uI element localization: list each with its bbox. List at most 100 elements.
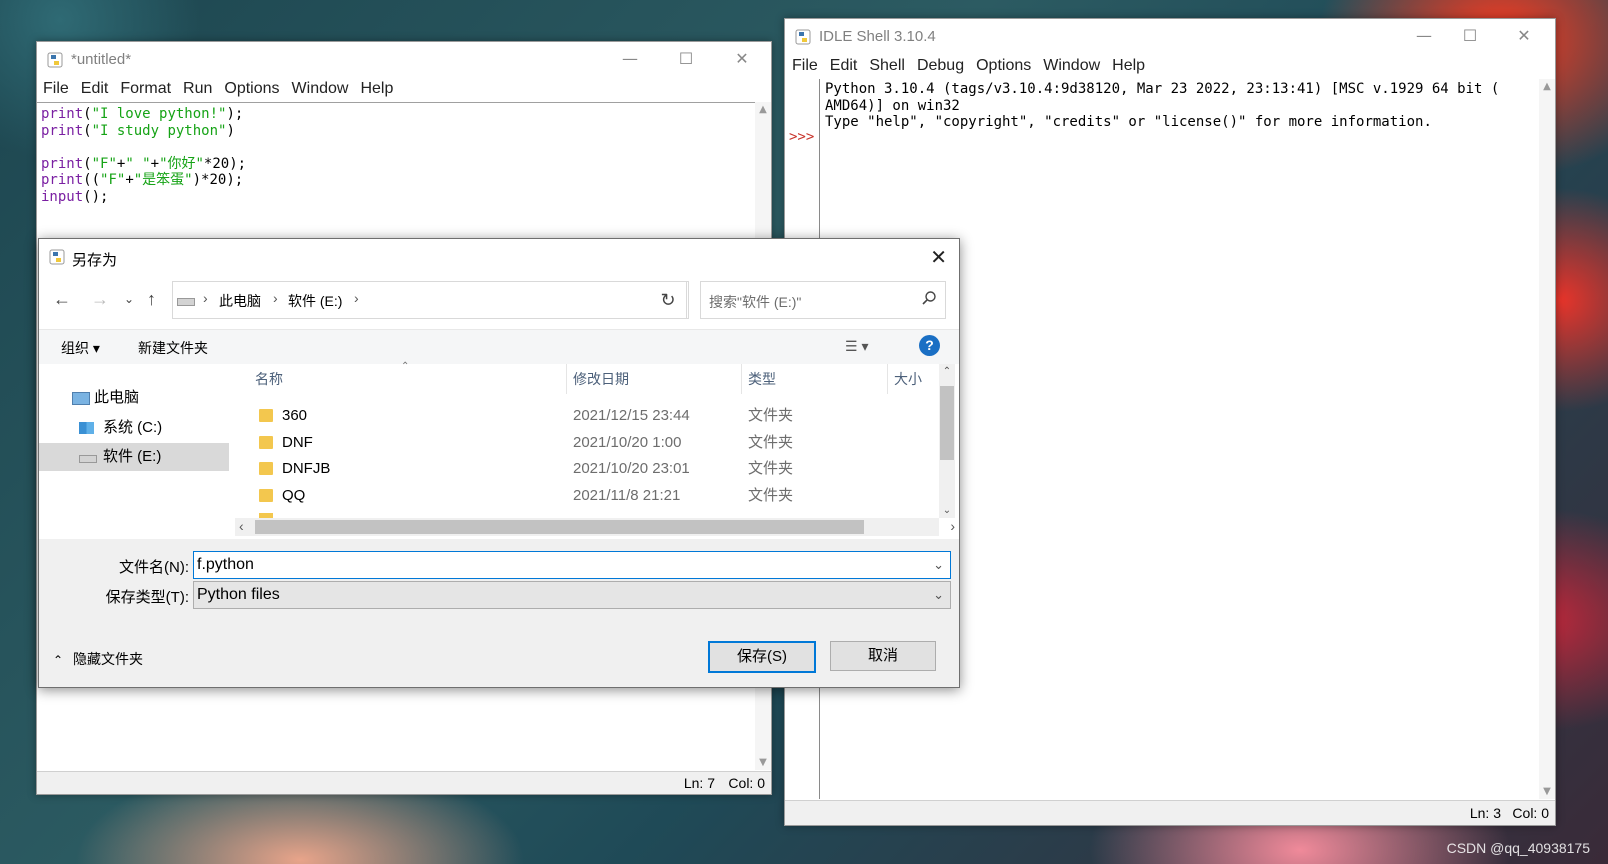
editor-code[interactable]: print("I love python!"); print("I study p… xyxy=(41,106,246,206)
column-divider xyxy=(887,364,888,394)
editor-menubar: File Edit Format Run Options Window Help xyxy=(43,80,771,102)
tree-item-drive-c[interactable]: 系统 (C:) xyxy=(39,414,229,442)
menu-debug[interactable]: Debug xyxy=(917,57,964,75)
column-type[interactable]: 类型 xyxy=(748,369,776,389)
column-date[interactable]: 修改日期 xyxy=(573,369,629,389)
python-logo-icon xyxy=(49,249,65,268)
folder-icon xyxy=(259,435,273,449)
dropdown-chevron-icon[interactable]: ⌄ xyxy=(933,582,944,608)
address-bar[interactable]: › 此电脑 › 软件 (E:) › ⌄ xyxy=(172,281,689,319)
dialog-titlebar[interactable]: 另存为 ✕ xyxy=(39,239,959,275)
menu-run[interactable]: Run xyxy=(183,80,212,98)
tree-label: 系统 (C:) xyxy=(103,419,163,436)
scroll-down-icon[interactable]: ⌄ xyxy=(939,505,955,516)
search-box[interactable]: 搜索"软件 (E:)" xyxy=(700,281,946,319)
search-icon[interactable] xyxy=(921,290,937,309)
maximize-button[interactable]: ☐ xyxy=(1447,19,1493,53)
code-token: "I study python" xyxy=(91,122,227,139)
menu-edit[interactable]: Edit xyxy=(830,57,858,75)
code-token: (); xyxy=(83,188,109,205)
code-token: print xyxy=(41,122,84,139)
filetype-label: 保存类型(T): xyxy=(105,589,189,606)
file-list-vscroll[interactable]: ⌃ ⌄ xyxy=(939,364,955,518)
refresh-button[interactable]: ↻ xyxy=(650,281,687,319)
file-date: 2021/10/20 1:00 xyxy=(573,433,682,451)
menu-options[interactable]: Options xyxy=(224,80,279,98)
view-options-icon[interactable]: ☰ ▾ xyxy=(845,338,868,355)
recent-chevron-down-icon[interactable]: ⌄ xyxy=(124,292,134,306)
menu-help[interactable]: Help xyxy=(1112,57,1145,75)
maximize-button[interactable]: ☐ xyxy=(663,42,709,76)
menu-edit[interactable]: Edit xyxy=(81,80,109,98)
chevron-right-icon[interactable]: › xyxy=(203,290,208,306)
dialog-close-button[interactable]: ✕ xyxy=(930,245,947,270)
shell-output[interactable]: Python 3.10.4 (tags/v3.10.4:9d38120, Mar… xyxy=(825,81,1525,131)
menu-format[interactable]: Format xyxy=(120,80,171,98)
scroll-down-icon[interactable]: ▼ xyxy=(1539,786,1555,797)
code-line: print("F"+" "+"你好"*20); xyxy=(41,156,246,173)
hide-folders-toggle[interactable]: ⌃ 隐藏文件夹 xyxy=(53,649,143,669)
chevron-right-icon[interactable]: › xyxy=(354,290,359,306)
save-button[interactable]: 保存(S) xyxy=(708,641,816,673)
file-row[interactable]: DNF 2021/10/20 1:00 文件夹 xyxy=(239,430,939,456)
dialog-title: 另存为 xyxy=(72,252,118,269)
column-name[interactable]: 名称 xyxy=(255,369,283,389)
drive-icon xyxy=(79,455,97,463)
code-token: ( xyxy=(83,155,92,172)
scroll-up-icon[interactable]: ▲ xyxy=(1539,81,1555,92)
forward-arrow-icon[interactable]: → xyxy=(91,289,109,310)
breadcrumb-drive-e[interactable]: 软件 (E:) xyxy=(288,291,342,311)
shell-scrollbar[interactable]: ▲ ▼ xyxy=(1539,79,1555,799)
minimize-button[interactable]: — xyxy=(607,42,653,76)
column-size[interactable]: 大小 xyxy=(894,369,922,389)
scroll-left-icon[interactable]: ‹ xyxy=(239,518,244,534)
shell-titlebar[interactable]: IDLE Shell 3.10.4 — ☐ ✕ xyxy=(785,19,1555,55)
scroll-up-icon[interactable]: ⌃ xyxy=(939,366,955,377)
filetype-select[interactable]: Python files ⌄ xyxy=(193,581,951,609)
chevron-right-icon[interactable]: › xyxy=(273,290,278,306)
menu-help[interactable]: Help xyxy=(360,80,393,98)
save-as-dialog: 另存为 ✕ ← → ⌄ ↑ › 此电脑 › 软件 (E:) › ⌄ ↻ 搜索"软… xyxy=(38,238,960,688)
new-folder-button[interactable]: 新建文件夹 xyxy=(138,338,208,358)
scroll-thumb[interactable] xyxy=(940,386,954,460)
code-token: + xyxy=(125,172,134,189)
editor-titlebar[interactable]: *untitled* — ☐ ✕ xyxy=(37,42,771,78)
code-token: ( xyxy=(83,122,92,139)
tree-item-this-pc[interactable]: 此电脑 xyxy=(39,384,229,412)
menu-shell[interactable]: Shell xyxy=(869,57,905,75)
search-input[interactable]: 搜索"软件 (E:)" xyxy=(709,292,801,312)
file-row[interactable]: QQ 2021/11/8 21:21 文件夹 xyxy=(239,483,939,509)
scroll-up-icon[interactable]: ▲ xyxy=(755,104,771,115)
up-arrow-icon[interactable]: ↑ xyxy=(147,289,156,310)
dropdown-chevron-icon[interactable]: ⌄ xyxy=(933,552,944,578)
windows-drive-icon xyxy=(79,422,94,434)
cancel-button[interactable]: 取消 xyxy=(830,641,936,671)
file-row[interactable]: 360 2021/12/15 23:44 文件夹 xyxy=(239,403,939,429)
file-type: 文件夹 xyxy=(748,433,794,451)
filename-input[interactable]: f.python ⌄ xyxy=(193,551,951,579)
scroll-right-icon[interactable]: › xyxy=(950,518,955,534)
organize-button[interactable]: 组织 ▾ xyxy=(61,338,100,358)
file-list-hscroll[interactable]: ‹ › xyxy=(235,518,955,536)
shell-title: IDLE Shell 3.10.4 xyxy=(819,28,936,45)
menu-window[interactable]: Window xyxy=(1043,57,1100,75)
scroll-down-icon[interactable]: ▼ xyxy=(755,757,771,768)
close-button[interactable]: ✕ xyxy=(719,42,765,76)
help-icon[interactable]: ? xyxy=(919,335,940,356)
file-row[interactable]: DNFJB 2021/10/20 23:01 文件夹 xyxy=(239,456,939,482)
code-token: + xyxy=(150,155,160,172)
breadcrumb-this-pc[interactable]: 此电脑 xyxy=(219,291,261,311)
back-arrow-icon[interactable]: ← xyxy=(53,289,71,310)
file-type: 文件夹 xyxy=(748,486,794,504)
minimize-button[interactable]: — xyxy=(1401,19,1447,53)
menu-options[interactable]: Options xyxy=(976,57,1031,75)
tree-item-drive-e[interactable]: 软件 (E:) xyxy=(39,443,229,471)
scroll-thumb[interactable] xyxy=(255,520,864,534)
shell-prompt: >>> xyxy=(789,129,815,145)
close-button[interactable]: ✕ xyxy=(1501,19,1547,53)
menu-file[interactable]: File xyxy=(792,57,818,75)
watermark: CSDN @qq_40938175 xyxy=(1446,840,1590,856)
menu-window[interactable]: Window xyxy=(292,80,349,98)
code-token: (( xyxy=(83,172,101,189)
menu-file[interactable]: File xyxy=(43,80,69,98)
